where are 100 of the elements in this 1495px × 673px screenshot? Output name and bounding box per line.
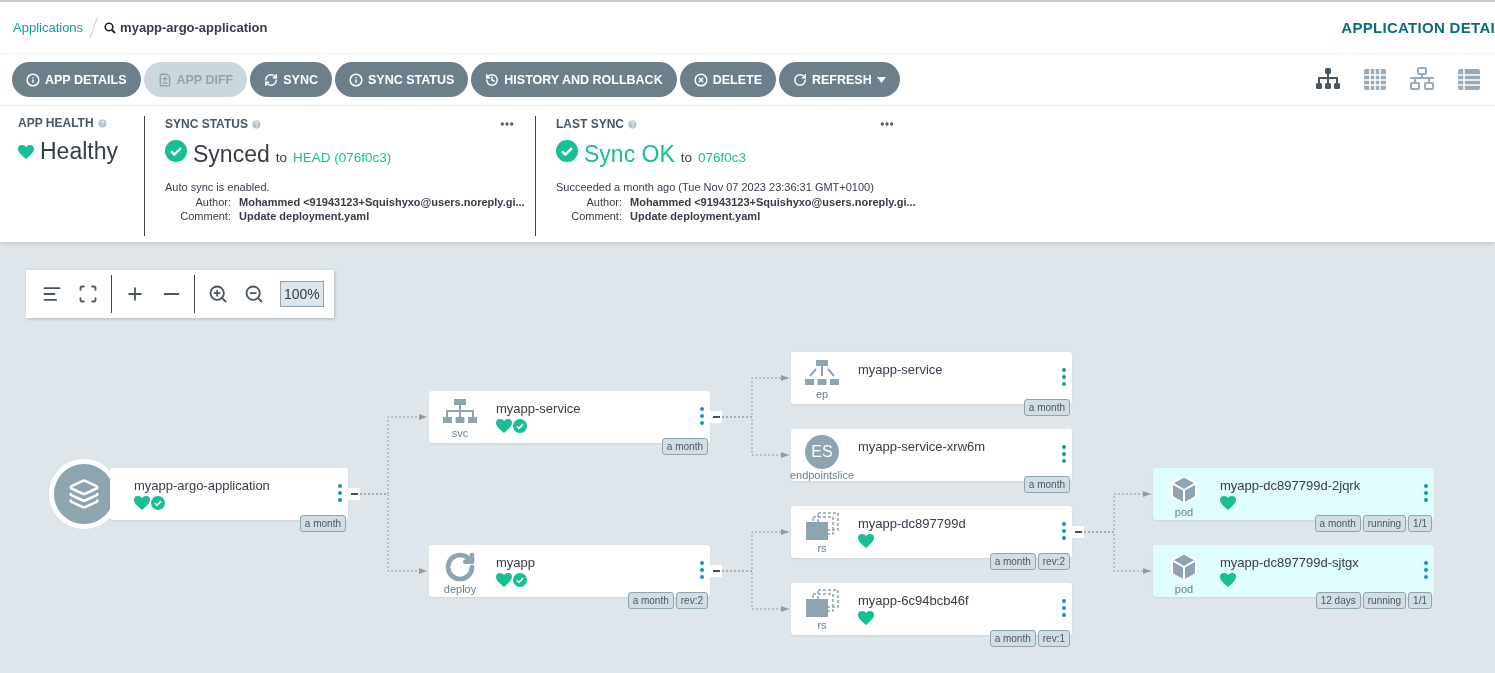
info-tag: rev:2 — [675, 592, 708, 609]
info-icon — [348, 72, 363, 87]
field-label: Author: — [194, 196, 231, 208]
breadcrumb-link[interactable]: Applications — [13, 20, 84, 35]
info-tag: running — [1362, 592, 1407, 609]
network-icon — [1408, 66, 1436, 93]
minus-icon — [163, 293, 179, 295]
connector-arrow — [721, 570, 790, 612]
more-menu-button[interactable] — [1062, 522, 1066, 540]
field-value: Mohammed <91943123+Squishyxo@users.noreply.gi... — [239, 196, 525, 208]
collapse-button[interactable] — [710, 565, 722, 577]
zoom-out-icon — [244, 284, 264, 304]
layers-icon — [68, 478, 100, 510]
file-icon — [157, 72, 172, 87]
help-icon[interactable] — [250, 118, 262, 130]
info-tag: a month — [661, 438, 708, 455]
revision-link[interactable]: 076f0c3 — [698, 150, 747, 165]
resource-node[interactable]: ep myapp-service — [791, 352, 1072, 404]
stacked-squares-icon — [804, 512, 840, 542]
connector-arrow — [1083, 531, 1152, 574]
resource-kind: pod — [1174, 583, 1194, 595]
more-menu-button[interactable] — [1062, 599, 1066, 617]
minus-icon — [1074, 531, 1082, 533]
resource-name: myapp-dc897799d — [858, 516, 966, 531]
field-value: Update deployment.yaml — [239, 210, 371, 222]
to-label: to — [275, 150, 287, 165]
resource-node[interactable]: rs myapp-6c94bcb46f — [791, 583, 1072, 635]
more-menu-button[interactable] — [1424, 484, 1428, 502]
stacked-squares-icon — [804, 589, 840, 619]
collapse-button[interactable] — [1072, 526, 1084, 538]
info-icon — [26, 72, 40, 87]
status-value: Synced — [193, 141, 270, 168]
info-tag: a month — [1023, 399, 1070, 416]
help-icon[interactable] — [627, 118, 638, 130]
resource-name: myapp-service-xrw6m — [858, 439, 986, 454]
connector-arrow — [721, 416, 790, 458]
resource-kind: rs — [817, 542, 827, 554]
revision-link[interactable]: HEAD (076f0c3) — [293, 150, 392, 165]
zoom-in-icon — [208, 284, 228, 304]
status-note: Succeeded a month ago (Tue Nov 07 2023 23:36:31 GMT+0100) — [556, 181, 875, 193]
info-tag: 12 days — [1315, 592, 1361, 609]
more-menu-button[interactable] — [338, 484, 342, 502]
resource-node[interactable]: rs myapp-dc897799d — [791, 506, 1072, 558]
resource-node[interactable]: myapp-argo-application — [110, 468, 348, 520]
resource-node[interactable]: pod myapp-dc897799d-2jqrk — [1153, 468, 1434, 520]
collapse-button[interactable] — [710, 411, 722, 423]
more-menu-button[interactable] — [1062, 445, 1066, 463]
action-button[interactable]: REFRESH — [779, 62, 900, 97]
status-note: Auto sync is enabled. — [165, 181, 271, 193]
info-tag: running — [1362, 515, 1407, 532]
info-tag: a month — [989, 630, 1036, 647]
resource-kind: endpointslice — [789, 469, 855, 481]
info-tag: 1/1 — [1408, 515, 1432, 532]
status-value: Sync OK — [584, 141, 675, 168]
more-menu-button[interactable] — [1424, 561, 1428, 579]
field-label: Comment: — [570, 210, 622, 222]
grid-icon — [1361, 66, 1389, 93]
action-button[interactable]: SYNC STATUS — [334, 62, 469, 97]
field-value: Update deployment.yaml — [630, 210, 762, 222]
panel-label: APP HEALTH — [18, 116, 94, 130]
resource-name: myapp-service — [858, 362, 943, 377]
panel-label: SYNC STATUS — [165, 117, 248, 131]
plus-icon — [125, 284, 145, 304]
resource-node[interactable]: svc myapp-service — [429, 391, 710, 443]
endpoints-icon — [805, 358, 839, 388]
resource-name: myapp-argo-application — [134, 478, 270, 493]
resource-kind: svc — [451, 427, 469, 439]
more-menu-button[interactable] — [700, 561, 704, 579]
list-icon — [1455, 66, 1483, 93]
action-button[interactable]: APP DETAILS — [12, 62, 141, 97]
collapse-button[interactable] — [348, 488, 360, 500]
info-tag: 1/1 — [1408, 592, 1432, 609]
info-tag: a month — [1023, 476, 1070, 493]
sync-icon — [264, 72, 279, 87]
resource-kind: pod — [1174, 506, 1194, 518]
info-tag: a month — [989, 553, 1036, 570]
action-button[interactable]: HISTORY AND ROLLBACK — [471, 62, 677, 97]
help-icon[interactable] — [96, 117, 108, 129]
resource-node[interactable]: ES endpointslice myapp-service-xrw6m — [791, 429, 1072, 481]
page-title: APPLICATION DETAI — [1341, 19, 1495, 36]
x-circle-icon — [693, 72, 708, 87]
check-circle-icon — [556, 140, 578, 162]
action-button[interactable]: SYNC — [250, 62, 332, 97]
resource-kind: ep — [815, 388, 829, 400]
more-menu-button[interactable] — [1062, 368, 1066, 386]
panel-label: LAST SYNC — [556, 117, 624, 131]
more-menu-button[interactable] — [700, 407, 704, 425]
action-button[interactable]: DELETE — [679, 62, 776, 97]
minus-icon — [350, 493, 358, 495]
align-left-icon — [42, 284, 62, 304]
rotate-arrow-icon — [444, 551, 476, 583]
to-label: to — [680, 150, 693, 165]
cube-icon — [1168, 551, 1200, 583]
resource-name: myapp — [496, 555, 536, 570]
check-circle-icon — [165, 140, 187, 162]
resource-node[interactable]: deploy myapp — [429, 545, 710, 597]
resource-node[interactable]: pod myapp-dc897799d-sjtgx — [1153, 545, 1434, 597]
resource-name: myapp-service — [496, 401, 581, 416]
history-icon — [485, 72, 500, 87]
info-tag: a month — [299, 515, 346, 532]
